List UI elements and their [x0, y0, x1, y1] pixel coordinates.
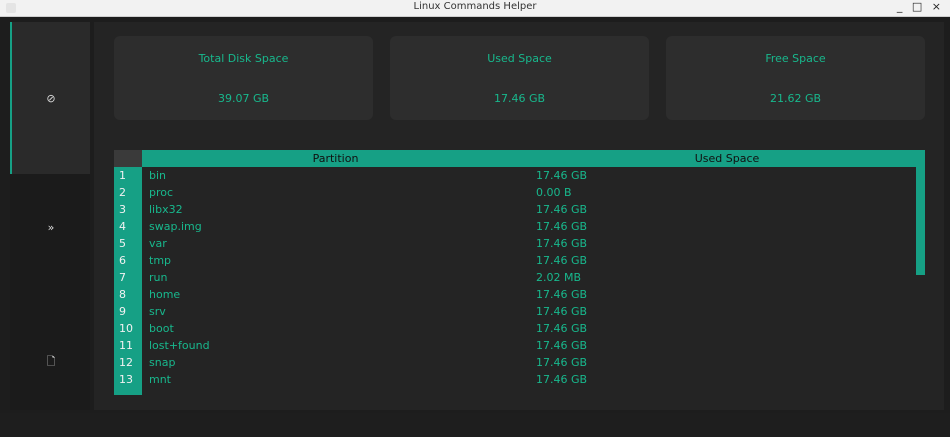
row-number: 8 — [119, 288, 126, 301]
card-label: Total Disk Space — [198, 52, 289, 65]
partition-cell: srv — [149, 305, 166, 318]
row-number: 10 — [119, 322, 133, 335]
row-number: 7 — [119, 271, 126, 284]
partition-cell: libx32 — [149, 203, 183, 216]
sidebar: ⊘ » 🗋 — [10, 22, 90, 410]
partition-cell: bin — [149, 169, 167, 182]
table-row[interactable]: 6 tmp 17.46 GB — [114, 252, 914, 269]
partition-cell: var — [149, 237, 167, 250]
used-space-cell: 17.46 GB — [536, 322, 588, 335]
used-space-cell: 17.46 GB — [536, 356, 588, 369]
table-row[interactable]: 13 mnt 17.46 GB — [114, 371, 914, 388]
used-space-cell: 17.46 GB — [536, 305, 588, 318]
used-space-cell: 17.46 GB — [536, 203, 588, 216]
partition-cell: run — [149, 271, 168, 284]
row-number: 11 — [119, 339, 133, 352]
table-row[interactable]: 5 var 17.46 GB — [114, 235, 914, 252]
table-row[interactable]: 1 bin 17.46 GB — [114, 167, 914, 184]
disk-icon: ⊘ — [46, 91, 56, 105]
used-space-cell: 17.46 GB — [536, 237, 588, 250]
row-number: 13 — [119, 373, 133, 386]
partition-cell: swap.img — [149, 220, 202, 233]
partition-cell: lost+found — [149, 339, 210, 352]
row-number: 9 — [119, 305, 126, 318]
row-number: 1 — [119, 169, 126, 182]
table-row[interactable]: 7 run 2.02 MB — [114, 269, 914, 286]
column-header-partition[interactable]: Partition — [142, 150, 529, 167]
sidebar-item-commands[interactable]: » — [12, 152, 90, 302]
table-corner — [114, 150, 142, 167]
used-space-cell: 17.46 GB — [536, 339, 588, 352]
window-title: Linux Commands Helper — [413, 1, 537, 12]
title-bar: Linux Commands Helper _ □ × — [0, 0, 950, 17]
row-number: 6 — [119, 254, 126, 267]
card-used-space: Used Space 17.46 GB — [390, 36, 649, 120]
used-space-cell: 17.46 GB — [536, 373, 588, 386]
used-space-cell: 17.46 GB — [536, 254, 588, 267]
table-row[interactable]: 3 libx32 17.46 GB — [114, 201, 914, 218]
partition-cell: mnt — [149, 373, 171, 386]
table-row[interactable]: 12 snap 17.46 GB — [114, 354, 914, 371]
table-row[interactable]: 2 proc 0.00 B — [114, 184, 914, 201]
used-space-cell: 17.46 GB — [536, 220, 588, 233]
row-number: 2 — [119, 186, 126, 199]
card-value: 21.62 GB — [769, 92, 822, 105]
row-number: 3 — [119, 203, 126, 216]
partition-cell: boot — [149, 322, 174, 335]
card-free-space: Free Space 21.62 GB — [666, 36, 925, 120]
partition-cell: home — [149, 288, 181, 301]
card-value: 39.07 GB — [217, 92, 270, 105]
file-icon: 🗋 — [46, 354, 56, 368]
table-row[interactable]: 4 swap.img 17.46 GB — [114, 218, 914, 235]
chevrons-right-icon: » — [47, 220, 55, 234]
partition-cell: tmp — [149, 254, 172, 267]
card-value: 17.46 GB — [493, 92, 546, 105]
card-label: Used Space — [487, 52, 552, 65]
table-row[interactable]: 9 srv 17.46 GB — [114, 303, 914, 320]
row-number: 12 — [119, 356, 133, 369]
column-header-used-space[interactable]: Used Space — [529, 150, 925, 167]
sidebar-item-files[interactable]: 🗋 — [12, 287, 90, 437]
table-row[interactable]: 10 boot 17.46 GB — [114, 320, 914, 337]
card-label: Free Space — [765, 52, 826, 65]
used-space-cell: 17.46 GB — [536, 169, 588, 182]
used-space-cell: 17.46 GB — [536, 288, 588, 301]
main-panel: Total Disk Space 39.07 GB Used Space 17.… — [94, 22, 944, 410]
table-row[interactable]: 11 lost+found 17.46 GB — [114, 337, 914, 354]
table-row[interactable]: 8 home 17.46 GB — [114, 286, 914, 303]
card-total-disk-space: Total Disk Space 39.07 GB — [114, 36, 373, 120]
window-controls[interactable]: _ □ × — [897, 0, 944, 13]
row-number: 4 — [119, 220, 126, 233]
table-scrollbar[interactable] — [916, 167, 925, 275]
row-number: 5 — [119, 237, 126, 250]
partition-cell: snap — [149, 356, 176, 369]
used-space-cell: 0.00 B — [536, 186, 572, 199]
partition-cell: proc — [149, 186, 174, 199]
used-space-cell: 2.02 MB — [536, 271, 582, 284]
partition-table: Partition Used Space 1 bin 17.46 GB 2 pr… — [114, 150, 925, 395]
